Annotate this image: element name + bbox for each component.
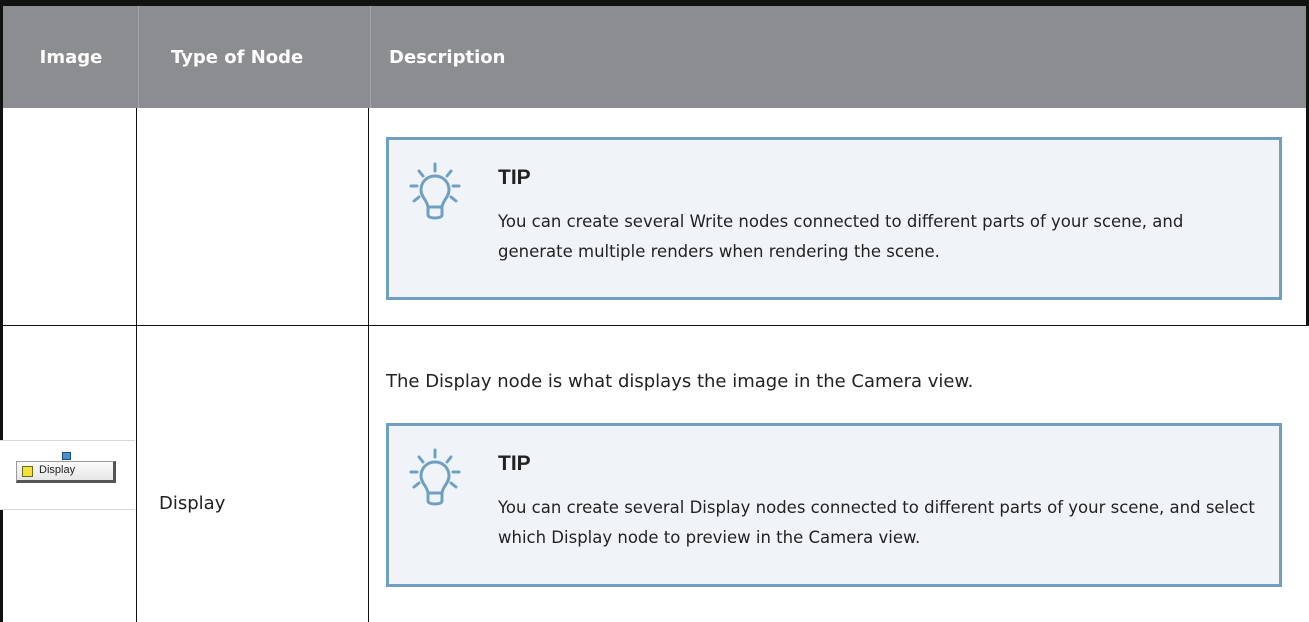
- type-of-node-display: Display: [159, 493, 226, 514]
- tip-text: You can create several Write nodes conne…: [498, 212, 1184, 261]
- header-type-of-node: Type of Node: [171, 46, 304, 68]
- lightbulb-icon: [409, 162, 461, 220]
- tip-text: You can create several Display nodes con…: [498, 498, 1255, 547]
- table-border-left: [0, 108, 3, 622]
- column-divider-type: [368, 108, 369, 622]
- display-node-thumbnail: Display: [0, 440, 135, 510]
- tip-title: TIP: [498, 166, 531, 189]
- table-header-row: Image Type of Node Description: [0, 0, 1309, 108]
- tip-box-display-nodes: TIP You can create several Display nodes…: [386, 423, 1282, 587]
- tip-box-write-nodes: TIP You can create several Write nodes c…: [386, 137, 1282, 300]
- display-node-label: Display: [39, 464, 76, 476]
- header-description: Description: [389, 46, 506, 68]
- display-node-body: Display: [16, 461, 116, 483]
- header-image: Image: [39, 46, 103, 68]
- document-page: Image Type of Node Description TIP You c…: [0, 0, 1309, 622]
- tip-title: TIP: [498, 452, 531, 475]
- display-description: The Display node is what displays the im…: [386, 371, 974, 392]
- column-divider-image: [136, 108, 137, 622]
- node-input-port-icon: [62, 452, 71, 460]
- display-node-square-icon: [22, 466, 33, 477]
- node-table: Image Type of Node Description TIP You c…: [0, 0, 1309, 622]
- row-divider: [0, 325, 1309, 326]
- lightbulb-icon: [409, 448, 461, 506]
